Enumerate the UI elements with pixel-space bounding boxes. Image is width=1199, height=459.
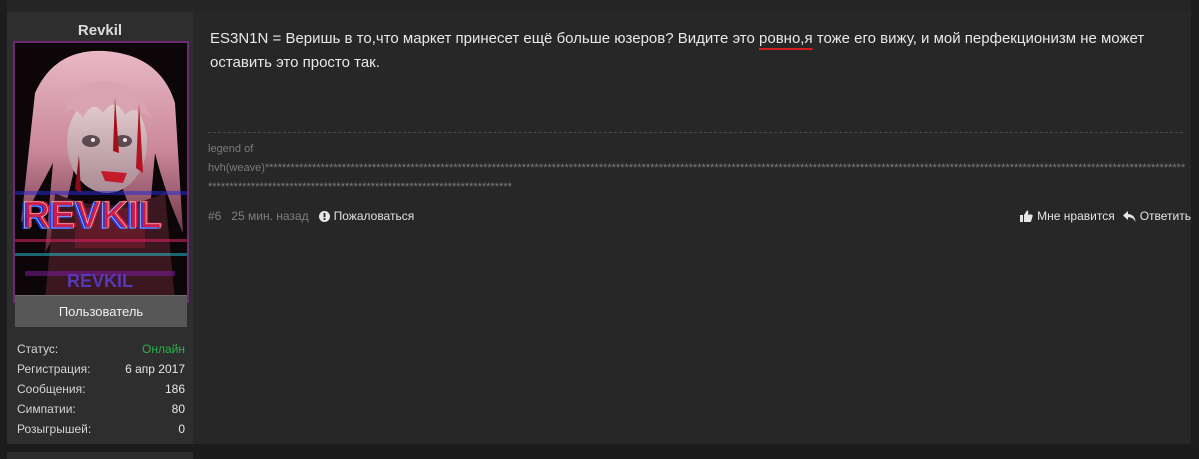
- stat-likes: Симпатии: 80: [17, 399, 185, 419]
- stat-value: Онлайн: [142, 342, 185, 356]
- stat-label: Розыгрышей:: [17, 422, 92, 436]
- reply-button[interactable]: Ответить: [1122, 206, 1191, 226]
- next-post-sidebar-edge: [7, 452, 193, 459]
- misspelled-word: ровно,я: [759, 30, 813, 47]
- post-footer: #6 25 мин. назад Пожаловаться Мне нравит…: [208, 206, 1191, 226]
- report-label: Пожаловаться: [333, 209, 415, 223]
- user-stats: Статус: Онлайн Регистрация: 6 апр 2017 С…: [17, 339, 185, 439]
- stat-label: Сообщения:: [17, 382, 86, 396]
- stat-value: 80: [171, 402, 185, 416]
- stat-registration: Регистрация: 6 апр 2017: [17, 359, 185, 379]
- avatar-logo-outline: REVKIL: [22, 195, 161, 237]
- post-permalink[interactable]: #6: [208, 206, 221, 226]
- page-frame-left: [0, 0, 7, 459]
- report-button[interactable]: Пожаловаться: [318, 206, 415, 226]
- message-text: ES3N1N = Веришь в то,что маркет принесет…: [210, 30, 760, 47]
- signature-line: legend of: [208, 143, 254, 155]
- post-actions: Мне нравится Ответить: [1020, 206, 1191, 226]
- like-button[interactable]: Мне нравится: [1020, 206, 1115, 226]
- stat-value: 186: [164, 382, 185, 396]
- username[interactable]: Revkil: [7, 22, 193, 39]
- exclamation-circle-icon: [318, 210, 330, 222]
- post-message: ES3N1N = Веришь в то,что маркет принесет…: [210, 27, 1180, 75]
- stat-label: Статус:: [17, 342, 59, 356]
- avatar-logo-small: REVKIL: [67, 271, 133, 291]
- reply-label: Ответить: [1139, 209, 1191, 223]
- signature-line: hvh(weave)******************************…: [208, 162, 1186, 193]
- page-frame-right: [1191, 0, 1199, 459]
- stat-value: 0: [178, 422, 185, 436]
- post-meta: #6 25 мин. назад Пожаловаться: [208, 206, 414, 226]
- user-role-badge[interactable]: Пользователь: [15, 295, 187, 327]
- stat-status: Статус: Онлайн: [17, 339, 185, 359]
- thumbs-up-icon: [1020, 210, 1033, 222]
- like-label: Мне нравится: [1037, 209, 1115, 223]
- stat-messages: Сообщения: 186: [17, 379, 185, 399]
- avatar[interactable]: REVKIL REVKIL REVKIL REVKIL: [13, 41, 189, 303]
- stat-giveaways: Розыгрышей: 0: [17, 419, 185, 439]
- stat-value: 6 апр 2017: [125, 362, 185, 376]
- user-sidebar: Revkil REVKIL REVKIL REVKIL REVKIL Польз…: [7, 12, 193, 444]
- stat-label: Регистрация:: [17, 362, 91, 376]
- post-content: ES3N1N = Веришь в то,что маркет принесет…: [193, 12, 1191, 444]
- signature-divider: [208, 132, 1183, 133]
- signature: legend of hvh(weave)********************…: [208, 140, 1186, 197]
- reply-arrow-icon: [1122, 210, 1136, 222]
- stat-label: Симпатии:: [17, 402, 76, 416]
- post-time[interactable]: 25 мин. назад: [231, 206, 308, 226]
